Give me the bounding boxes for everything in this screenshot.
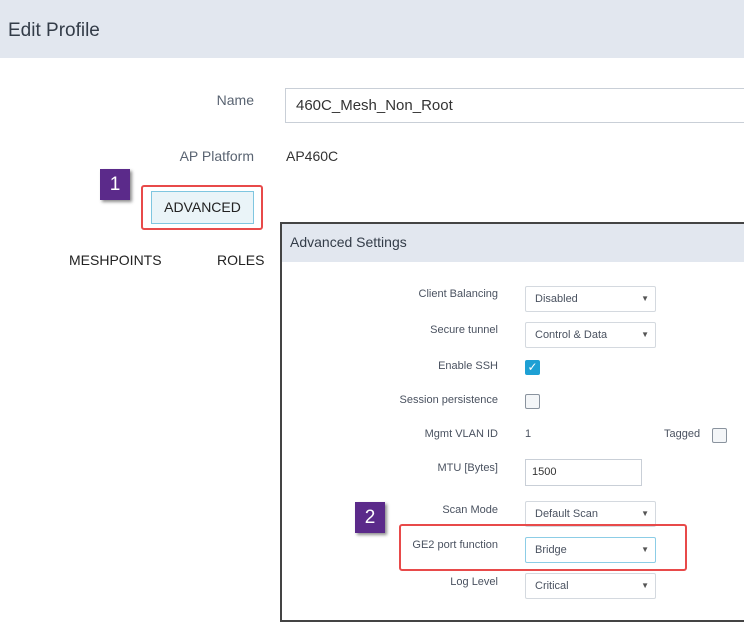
chevron-down-icon: ▼ [641,545,649,554]
mtu-input[interactable]: 1500 [525,459,642,486]
mgmt-vlan-value: 1 [525,428,532,440]
callout-badge-2: 2 [355,502,385,533]
secure-tunnel-value: Control & Data [535,329,608,341]
scan-mode-value: Default Scan [535,508,598,520]
client-balancing-select[interactable]: Disabled ▼ [525,286,656,312]
chevron-down-icon: ▼ [641,581,649,590]
client-balancing-label: Client Balancing [418,288,499,300]
ge2-port-label: GE2 port function [412,539,498,551]
name-input[interactable]: 460C_Mesh_Non_Root [285,88,744,123]
secure-tunnel-label: Secure tunnel [430,324,498,336]
tab-meshpoints[interactable]: MESHPOINTS [69,252,162,268]
mgmt-vlan-label: Mgmt VLAN ID [424,428,498,440]
advanced-settings-panel: Advanced Settings Client Balancing Disab… [280,222,744,622]
page-title: Edit Profile [8,20,100,41]
panel-header: Advanced Settings [282,224,744,262]
ge2-port-select[interactable]: Bridge ▼ [525,537,656,563]
enable-ssh-label: Enable SSH [438,360,498,372]
advanced-button[interactable]: ADVANCED [151,191,254,224]
log-level-label: Log Level [450,576,498,588]
chevron-down-icon: ▼ [641,330,649,339]
tab-roles[interactable]: ROLES [217,252,264,268]
session-persistence-label: Session persistence [399,394,498,406]
callout-badge-1: 1 [100,169,130,200]
mtu-label: MTU [Bytes] [437,462,498,474]
ge2-port-value: Bridge [535,544,567,556]
scan-mode-label: Scan Mode [442,504,498,516]
log-level-value: Critical [535,580,569,592]
ap-platform-value: AP460C [286,148,339,164]
session-persistence-checkbox[interactable] [525,394,540,409]
chevron-down-icon: ▼ [641,294,649,303]
panel-title: Advanced Settings [290,234,407,250]
client-balancing-value: Disabled [535,293,578,305]
tagged-label: Tagged [664,428,701,440]
log-level-select[interactable]: Critical ▼ [525,573,656,599]
ap-platform-label: AP Platform [179,148,254,164]
page-header: Edit Profile [0,0,744,58]
checkmark-icon: ✓ [527,360,538,374]
tagged-checkbox[interactable] [712,428,727,443]
name-label: Name [216,92,254,108]
secure-tunnel-select[interactable]: Control & Data ▼ [525,322,656,348]
enable-ssh-checkbox[interactable]: ✓ [525,360,540,375]
chevron-down-icon: ▼ [641,509,649,518]
